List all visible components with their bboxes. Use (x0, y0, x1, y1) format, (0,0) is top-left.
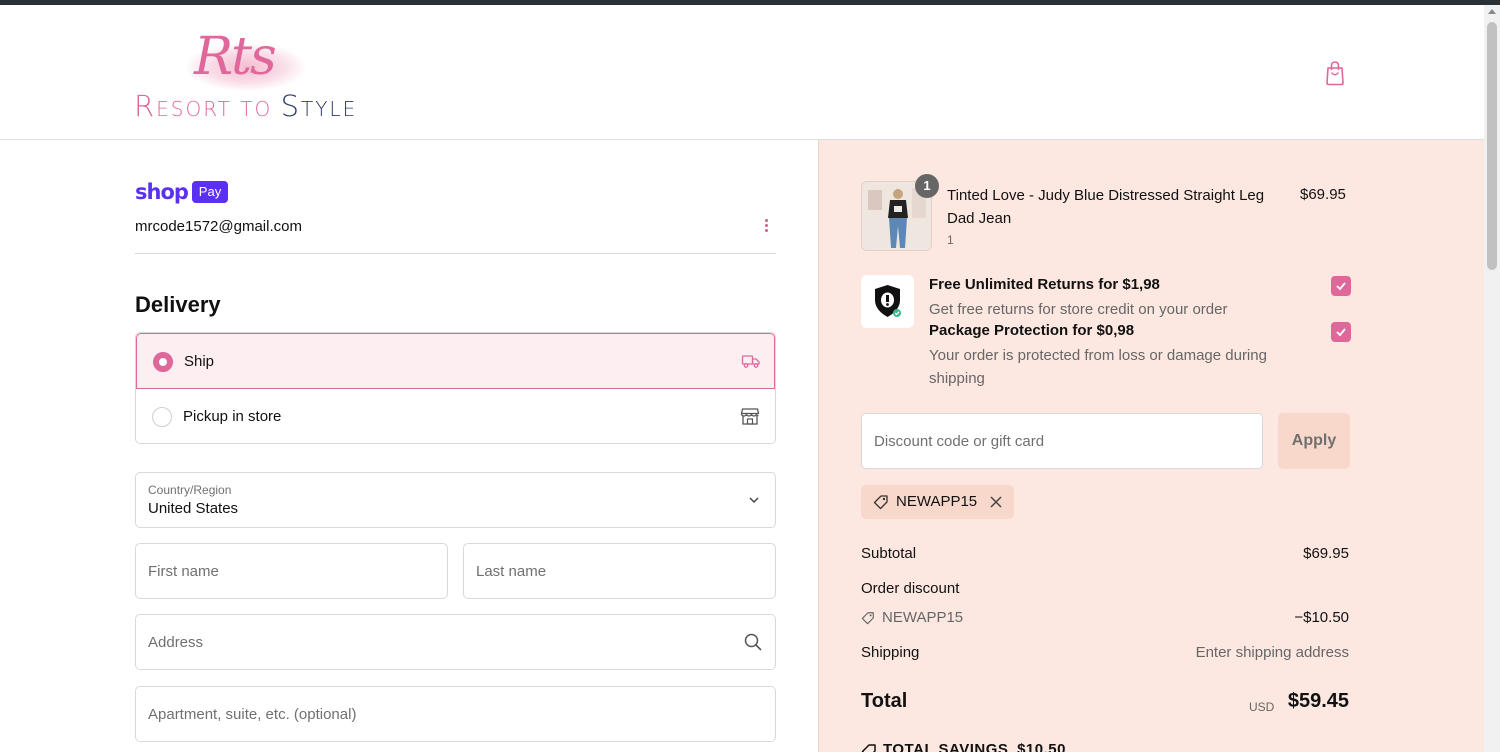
store-icon (740, 408, 760, 425)
apartment-input[interactable] (136, 687, 775, 741)
applied-discount-code: NEWAPP15 (896, 493, 978, 510)
total-savings: TOTAL SAVINGS $10.50 (861, 741, 1066, 752)
order-discount-code-row: NEWAPP15 (861, 609, 963, 626)
first-name-input[interactable] (136, 544, 447, 598)
order-discount-label: Order discount (861, 580, 960, 597)
protection-addon-description: Your order is protected from loss or dam… (929, 347, 1267, 387)
logo-letter-r: R (134, 89, 157, 123)
logo-script: Rts (194, 27, 277, 87)
store-logo[interactable]: Rts RESORT TO STYLE (134, 23, 374, 123)
tag-icon (861, 744, 876, 752)
country-select[interactable]: Country/Region United States (135, 472, 776, 528)
kebab-menu-icon[interactable] (760, 217, 772, 235)
shipping-label: Shipping (861, 644, 920, 661)
order-discount-value: −$10.50 (1294, 609, 1349, 626)
total-value: $59.45 (1287, 690, 1349, 712)
scroll-up-arrow-icon[interactable] (1488, 9, 1496, 14)
logo-letter-s: S (280, 89, 301, 123)
chevron-down-icon (749, 497, 759, 504)
first-name-field (135, 543, 448, 599)
total-savings-value: $10.50 (1017, 741, 1066, 752)
truck-icon (741, 355, 760, 368)
total-savings-label: TOTAL SAVINGS (883, 741, 1009, 752)
divider (135, 253, 776, 254)
apply-discount-button[interactable]: Apply (1278, 413, 1350, 469)
account-email: mrcode1572@gmail.com (135, 218, 302, 235)
checkmark-icon (1336, 328, 1346, 337)
scrollbar-thumb[interactable] (1487, 22, 1497, 270)
product-price: $69.95 (1300, 186, 1346, 203)
address-input[interactable] (136, 615, 775, 669)
checkout-form-column: shop Pay mrcode1572@gmail.com Delivery S… (0, 140, 818, 752)
returns-addon-description: Get free returns for store credit on you… (929, 301, 1228, 318)
shipping-value: Enter shipping address (1195, 644, 1349, 661)
apartment-field (135, 686, 776, 742)
radio-ship[interactable] (153, 352, 173, 372)
shop-pay-badge: Pay (192, 181, 228, 203)
quantity-badge: 1 (915, 174, 939, 198)
remove-discount-close-icon[interactable] (989, 495, 1003, 509)
applied-discount-chip: NEWAPP15 (861, 485, 1014, 519)
country-label: Country/Region (148, 483, 232, 497)
address-field (135, 614, 776, 670)
tag-icon (861, 612, 874, 625)
subtotal-value: $69.95 (1303, 545, 1349, 562)
returns-addon-checkbox[interactable] (1331, 276, 1351, 296)
delivery-option-pickup[interactable]: Pickup in store (136, 389, 775, 443)
logo-word-resort: ESORT TO (156, 97, 273, 121)
delivery-option-ship[interactable]: Ship (136, 333, 775, 389)
product-name: Tinted Love - Judy Blue Distressed Strai… (947, 187, 1265, 227)
radio-pickup[interactable] (152, 407, 172, 427)
tag-icon (873, 495, 888, 510)
subtotal-label: Subtotal (861, 545, 917, 562)
delivery-option-label: Ship (184, 353, 215, 370)
country-value: United States (148, 500, 239, 517)
returns-addon-title: Free Unlimited Returns for $1,98 (929, 276, 1160, 293)
discount-code-input[interactable] (862, 414, 1262, 468)
site-header: Rts RESORT TO STYLE (0, 5, 1484, 140)
logo-wordmark: RESORT TO STYLE (134, 89, 357, 123)
total-currency: USD (1249, 700, 1275, 714)
last-name-field (463, 543, 776, 599)
product-variant: 1 (947, 233, 954, 247)
page-scrollbar[interactable] (1484, 5, 1500, 752)
discount-field (861, 413, 1263, 469)
delivery-option-label: Pickup in store (183, 408, 282, 425)
cart-button[interactable] (1324, 60, 1346, 86)
total-label: Total (861, 690, 908, 712)
shop-pay-word: shop (135, 180, 189, 204)
logo-word-style: TYLE (301, 97, 358, 121)
protection-addon-checkbox[interactable] (1331, 322, 1351, 342)
shield-icon (861, 275, 914, 328)
delivery-method-group: Ship Pickup in store (135, 332, 776, 444)
delivery-heading: Delivery (135, 292, 221, 317)
order-summary: 1 Tinted Love - Judy Blue Distressed Str… (818, 140, 1484, 752)
shopping-bag-icon (1326, 61, 1344, 86)
last-name-input[interactable] (464, 544, 775, 598)
search-icon (744, 633, 762, 651)
protection-addon-title: Package Protection for $0,98 (929, 322, 1135, 339)
checkmark-icon (1336, 282, 1346, 291)
order-discount-code: NEWAPP15 (882, 609, 964, 626)
